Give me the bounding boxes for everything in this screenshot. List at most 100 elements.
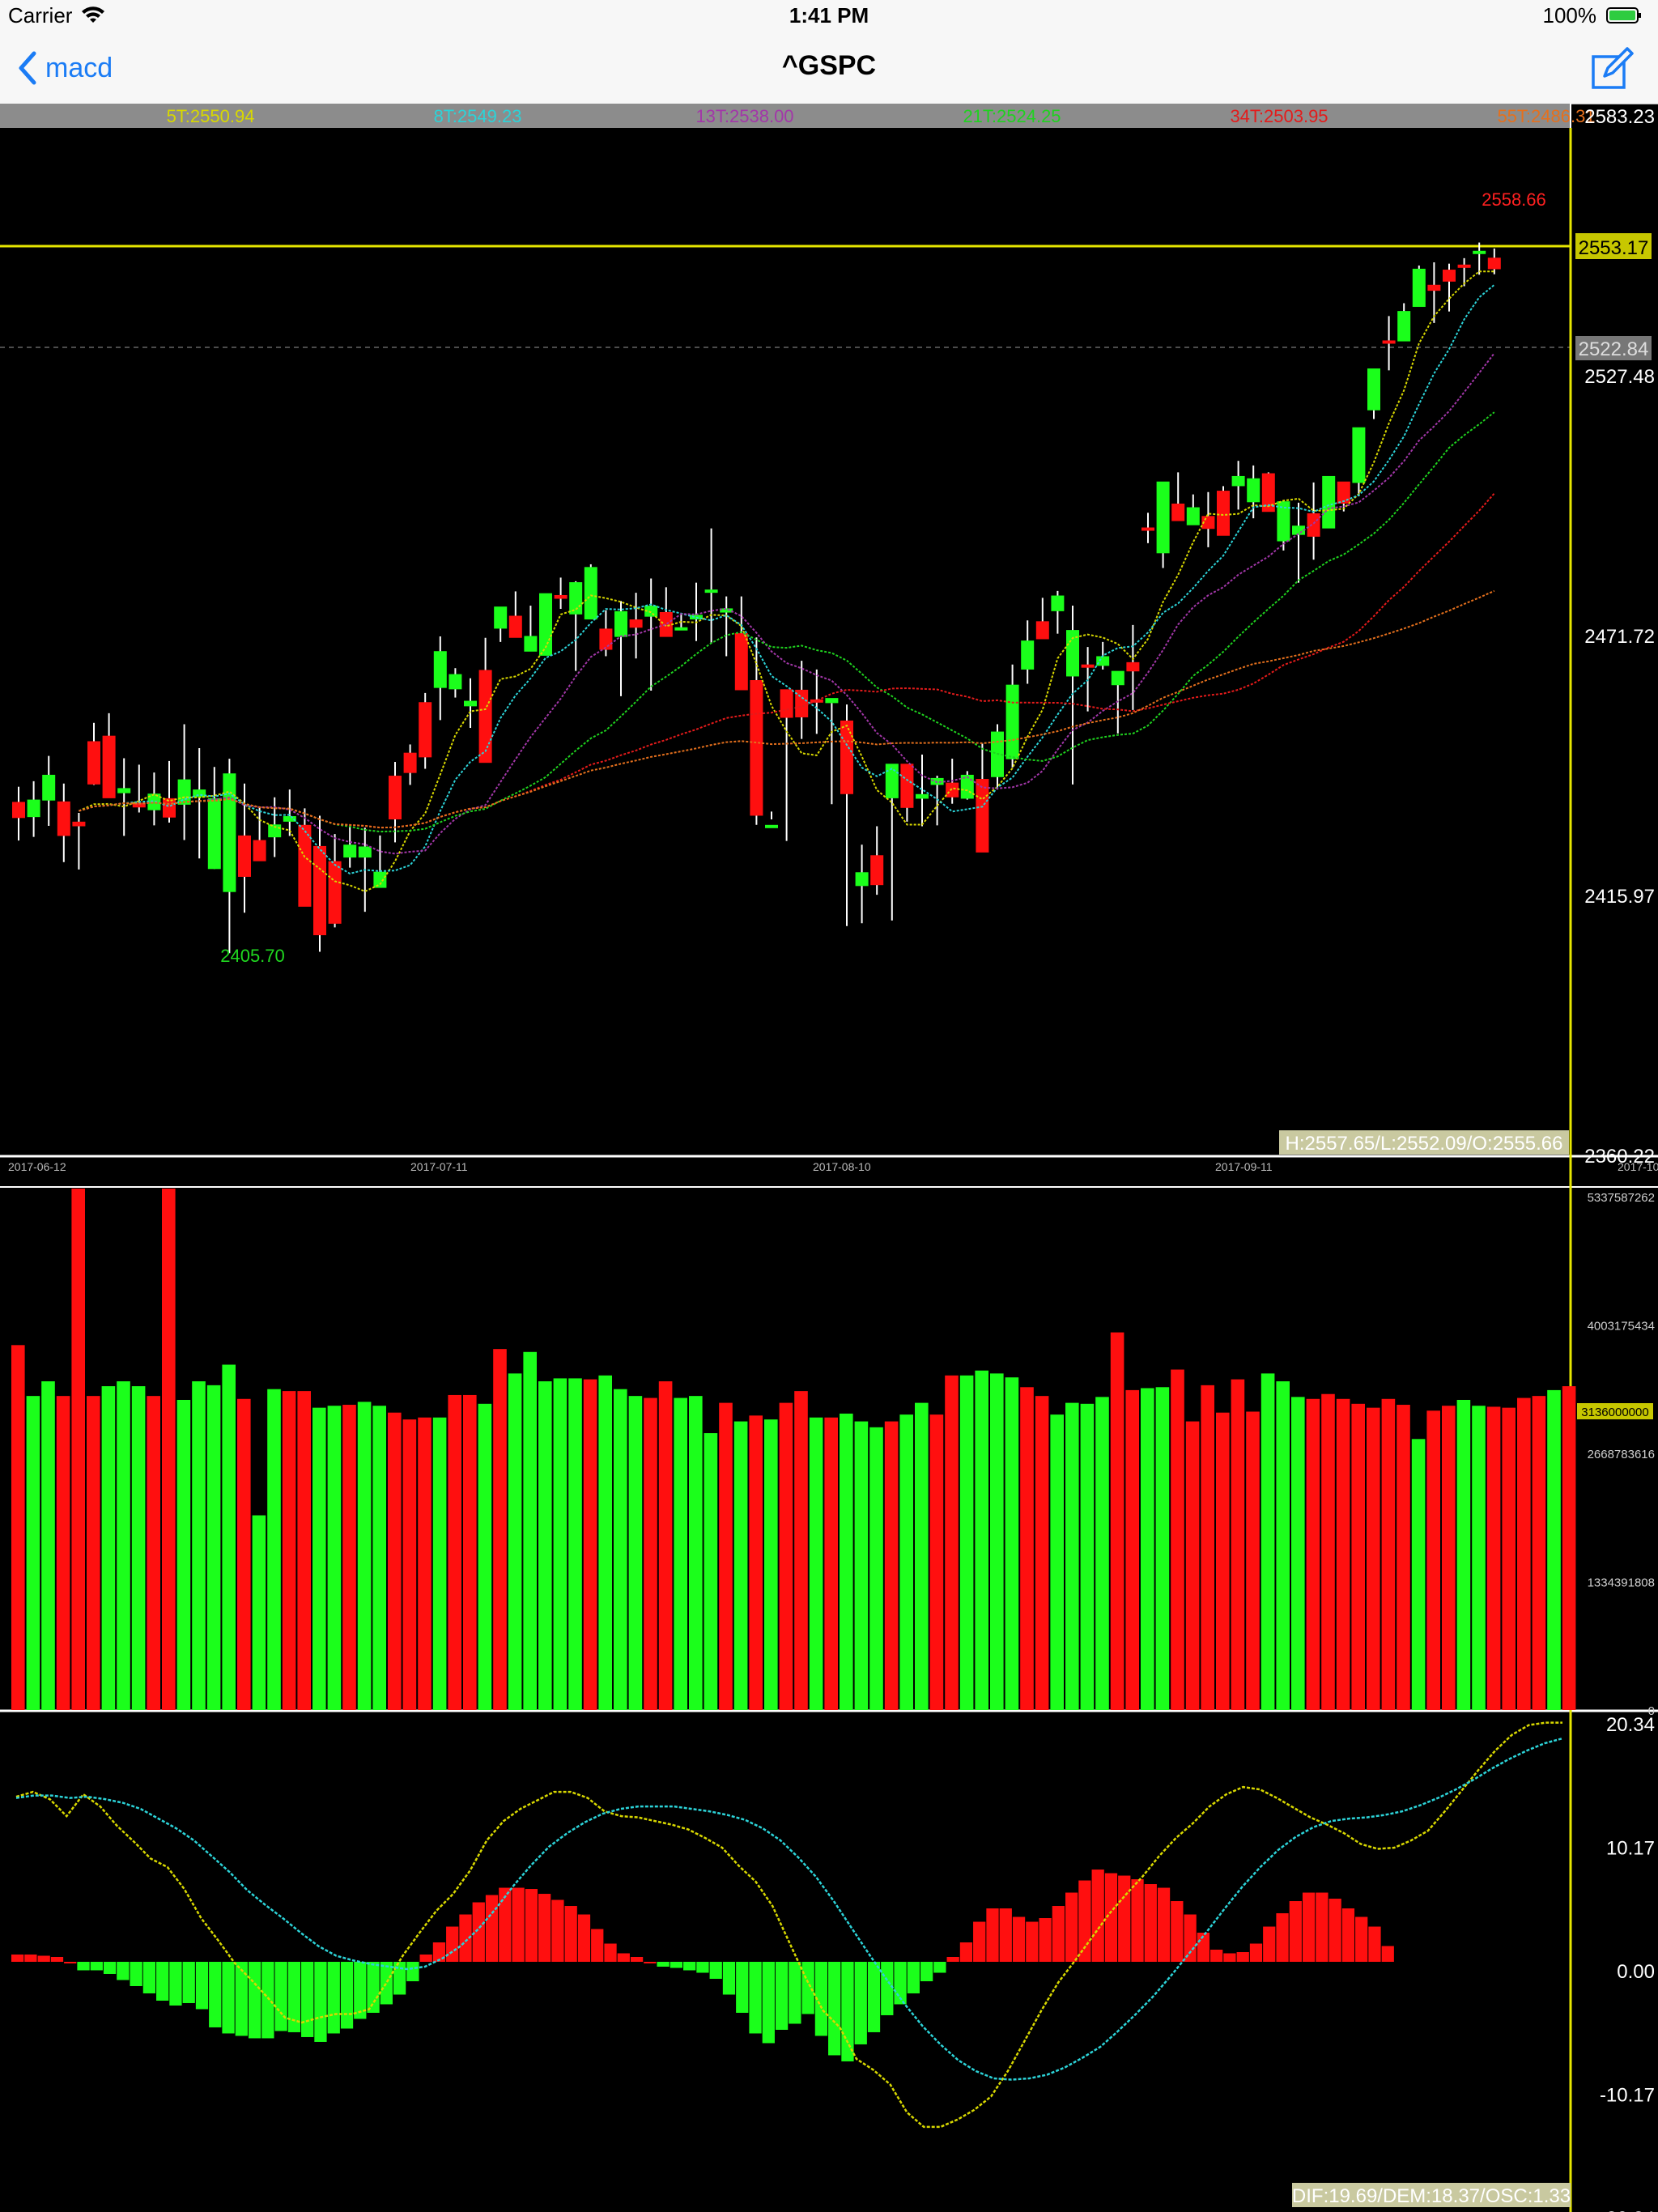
volume-bar bbox=[312, 1407, 326, 1710]
candle bbox=[674, 627, 688, 631]
candle bbox=[840, 720, 853, 794]
macd-histogram-bar bbox=[1157, 1887, 1171, 1962]
macd-histogram-bar bbox=[1236, 1952, 1249, 1962]
volume-bar bbox=[764, 1419, 778, 1710]
macd-histogram-bar bbox=[946, 1957, 959, 1962]
candle bbox=[12, 802, 25, 819]
macd-histogram-bar bbox=[301, 1962, 314, 2037]
candle bbox=[1487, 257, 1501, 270]
volume-bar bbox=[1562, 1386, 1576, 1710]
candle bbox=[72, 821, 86, 827]
candle bbox=[1292, 525, 1305, 535]
volume-bar bbox=[809, 1417, 823, 1710]
macd-histogram-bar bbox=[367, 1962, 380, 2013]
candle bbox=[117, 788, 131, 793]
candle bbox=[1397, 311, 1411, 342]
stock-chart[interactable]: 5T:2550.94 8T:2549.23 13T:2538.00 21T:2524.… bbox=[0, 104, 1658, 2212]
candle bbox=[1382, 340, 1396, 344]
candle bbox=[734, 633, 748, 691]
macd-histogram-bar bbox=[1131, 1879, 1144, 1962]
volume-bar bbox=[1246, 1411, 1260, 1710]
candle bbox=[207, 798, 221, 870]
macd-histogram-bar bbox=[512, 1887, 525, 1962]
macd-histogram-bar bbox=[551, 1899, 564, 1962]
macd-histogram-bar bbox=[1039, 1918, 1052, 1962]
volume-bar bbox=[583, 1379, 597, 1710]
macd-histogram-bar bbox=[1263, 1926, 1276, 1962]
volume-bar bbox=[1367, 1407, 1380, 1710]
volume-bar bbox=[1005, 1377, 1019, 1710]
ma-legend-item: 8T:2549.23 bbox=[434, 106, 522, 126]
candle bbox=[855, 872, 869, 887]
candle bbox=[358, 846, 372, 858]
battery-percent: 100% bbox=[1542, 3, 1597, 28]
macd-histogram-bar bbox=[11, 1955, 24, 1962]
volume-bar bbox=[1125, 1389, 1139, 1710]
volume-bar bbox=[493, 1349, 507, 1710]
candle bbox=[614, 610, 627, 637]
candle bbox=[313, 845, 326, 936]
volume-bar bbox=[1351, 1403, 1365, 1710]
candle bbox=[1021, 640, 1035, 670]
candle bbox=[1111, 670, 1124, 686]
ma-legend-item: 13T:2538.00 bbox=[695, 106, 793, 126]
candle bbox=[1126, 661, 1140, 672]
macd-histogram-bar bbox=[604, 1943, 617, 1962]
volume-bar bbox=[131, 1386, 146, 1710]
volume-bar bbox=[508, 1373, 522, 1710]
macd-histogram-bar bbox=[577, 1914, 591, 1962]
volume-bar bbox=[674, 1397, 687, 1710]
candle bbox=[916, 793, 929, 799]
volume-bar bbox=[1216, 1412, 1230, 1710]
volume-bar bbox=[432, 1417, 447, 1710]
ma-legend-item: 5T:2550.94 bbox=[167, 106, 255, 126]
high-price-label: 2558.66 bbox=[1482, 189, 1546, 210]
candle bbox=[1035, 621, 1049, 640]
macd-histogram-bar bbox=[1302, 1892, 1316, 1962]
candle bbox=[298, 824, 312, 907]
candle bbox=[87, 741, 100, 785]
volume-bar bbox=[1411, 1439, 1426, 1710]
price-axis-label: 2583.23 bbox=[1584, 106, 1655, 128]
candle bbox=[1005, 684, 1019, 759]
macd-histogram-bar bbox=[828, 1962, 841, 2056]
volume-bar bbox=[1486, 1406, 1501, 1710]
macd-axis-label: 0.00 bbox=[1617, 1961, 1655, 1983]
candle bbox=[1352, 427, 1366, 483]
volume-bar bbox=[297, 1391, 311, 1710]
ma-legend-item: 55T:2486.31 bbox=[1497, 106, 1595, 126]
volume-bar bbox=[990, 1373, 1004, 1710]
macd-histogram-bar bbox=[182, 1962, 195, 2003]
macd-histogram-bar bbox=[867, 1962, 881, 2032]
macd-histogram-bar bbox=[446, 1926, 459, 1962]
date-axis-label: 2017-07-11 bbox=[410, 1160, 468, 1173]
macd-histogram-bar bbox=[261, 1962, 274, 2039]
volume-bar bbox=[1020, 1387, 1034, 1710]
macd-histogram-bar bbox=[248, 1962, 261, 2039]
candle bbox=[870, 855, 884, 886]
date-axis-label: 2017-10-10 bbox=[1618, 1160, 1658, 1173]
volume-bar bbox=[56, 1396, 70, 1710]
macd-histogram-bar bbox=[630, 1957, 644, 1962]
candle bbox=[373, 871, 387, 888]
volume-bar bbox=[463, 1394, 477, 1710]
candle bbox=[900, 764, 914, 808]
candle bbox=[27, 799, 40, 818]
macd-histogram-bar bbox=[406, 1962, 419, 1981]
macd-histogram-bar bbox=[50, 1957, 64, 1962]
candle bbox=[57, 801, 70, 836]
compose-icon[interactable] bbox=[1588, 47, 1634, 92]
volume-bar bbox=[1110, 1332, 1124, 1710]
macd-histogram-bar bbox=[1341, 1908, 1355, 1962]
volume-bar bbox=[1155, 1387, 1170, 1710]
volume-bar bbox=[1065, 1402, 1079, 1710]
macd-histogram-bar bbox=[37, 1955, 50, 1962]
volume-bar bbox=[176, 1399, 191, 1710]
macd-histogram-bar bbox=[90, 1962, 103, 1971]
volume-bar bbox=[71, 1189, 85, 1710]
macd-histogram-bar bbox=[591, 1929, 604, 1962]
volume-bar bbox=[402, 1419, 417, 1710]
macd-histogram-bar bbox=[854, 1962, 867, 2044]
price-axis-label: 2415.97 bbox=[1584, 886, 1655, 908]
candle bbox=[389, 776, 402, 819]
